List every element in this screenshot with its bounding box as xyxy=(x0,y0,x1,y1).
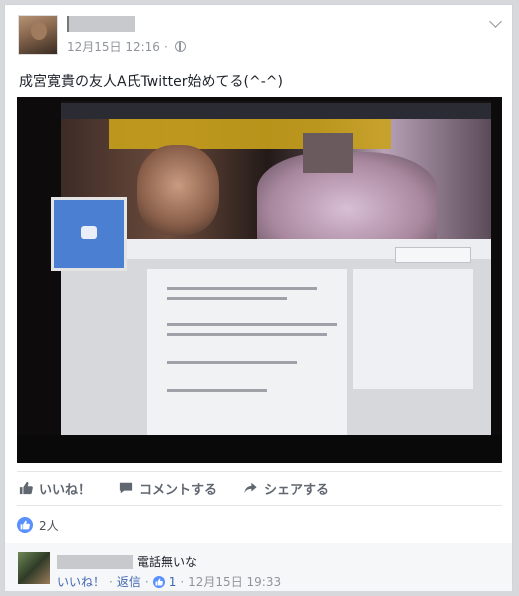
photo-tweet-timeline xyxy=(147,269,347,439)
comment-item: 電話無いな いいね！ · 返信 · 1 · 12月15日 19:33 xyxy=(5,543,512,591)
photo-edit-button xyxy=(395,247,471,263)
globe-icon[interactable] xyxy=(174,41,186,52)
photo-person-left xyxy=(137,145,219,235)
like-label: いいね！ xyxy=(39,482,92,498)
photo-profile-picture xyxy=(51,197,127,271)
share-button[interactable]: シェアする xyxy=(243,479,329,498)
post-photo[interactable] xyxy=(17,97,502,463)
comment-button[interactable]: コメントする xyxy=(119,479,217,498)
post-card: 12月15日 12:16 · 成宮寛貴の友人A氏Twitter始めてる(^-^) xyxy=(4,4,514,591)
like-button[interactable]: いいね！ xyxy=(19,479,91,498)
post-text: 成宮寛貴の友人A氏Twitter始めてる(^-^) xyxy=(19,74,283,90)
share-arrow-icon xyxy=(244,482,257,494)
comment-separator: · xyxy=(180,574,185,589)
actions-top-divider xyxy=(17,471,502,472)
comment-like-count[interactable]: 1 xyxy=(169,575,177,589)
post-meta: 12月15日 12:16 · xyxy=(67,38,186,55)
photo-topbar xyxy=(61,103,491,119)
comment-like-icon xyxy=(152,575,165,588)
thumbs-up-icon xyxy=(19,481,33,495)
photo-pixelated-face xyxy=(303,133,353,173)
comment-separator: · xyxy=(109,574,113,589)
photo-tweet-line xyxy=(167,333,327,336)
comment-icon xyxy=(119,482,133,494)
photo-tweet-line xyxy=(167,297,287,300)
comment-text: 電話無いな xyxy=(137,555,198,569)
reaction-summary[interactable]: 2人 xyxy=(17,510,502,540)
comment-reply-link[interactable]: 返信 xyxy=(117,573,141,590)
photo-tweet-line xyxy=(167,389,267,392)
photo-suggested-users xyxy=(353,269,473,389)
reaction-count[interactable]: 2人 xyxy=(39,517,59,534)
actions-bottom-divider xyxy=(17,505,502,506)
comment-separator: · xyxy=(144,574,149,589)
photo-tweet-line xyxy=(167,287,317,290)
like-reaction-icon xyxy=(17,517,33,533)
comment-like-link[interactable]: いいね！ xyxy=(57,573,105,590)
author-avatar[interactable] xyxy=(18,15,58,55)
comment-label: コメントする xyxy=(139,482,218,498)
photo-bottom-shadow xyxy=(17,435,502,463)
commenter-name-redacted[interactable] xyxy=(57,555,133,569)
photo-tweet-line xyxy=(167,361,297,364)
post-actions: いいね！ コメントする シェアする xyxy=(5,475,514,501)
meta-separator: · xyxy=(163,39,168,54)
share-label: シェアする xyxy=(264,482,330,498)
photo-tweet-line xyxy=(167,323,337,326)
comment-timestamp[interactable]: 12月15日 19:33 xyxy=(188,573,281,590)
commenter-avatar[interactable] xyxy=(18,552,50,584)
comment-meta: いいね！ · 返信 · 1 · 12月15日 19:33 xyxy=(57,573,281,590)
author-name-redacted[interactable] xyxy=(67,16,135,32)
chevron-down-icon[interactable] xyxy=(489,15,502,28)
post-timestamp[interactable]: 12月15日 12:16 xyxy=(67,38,160,55)
